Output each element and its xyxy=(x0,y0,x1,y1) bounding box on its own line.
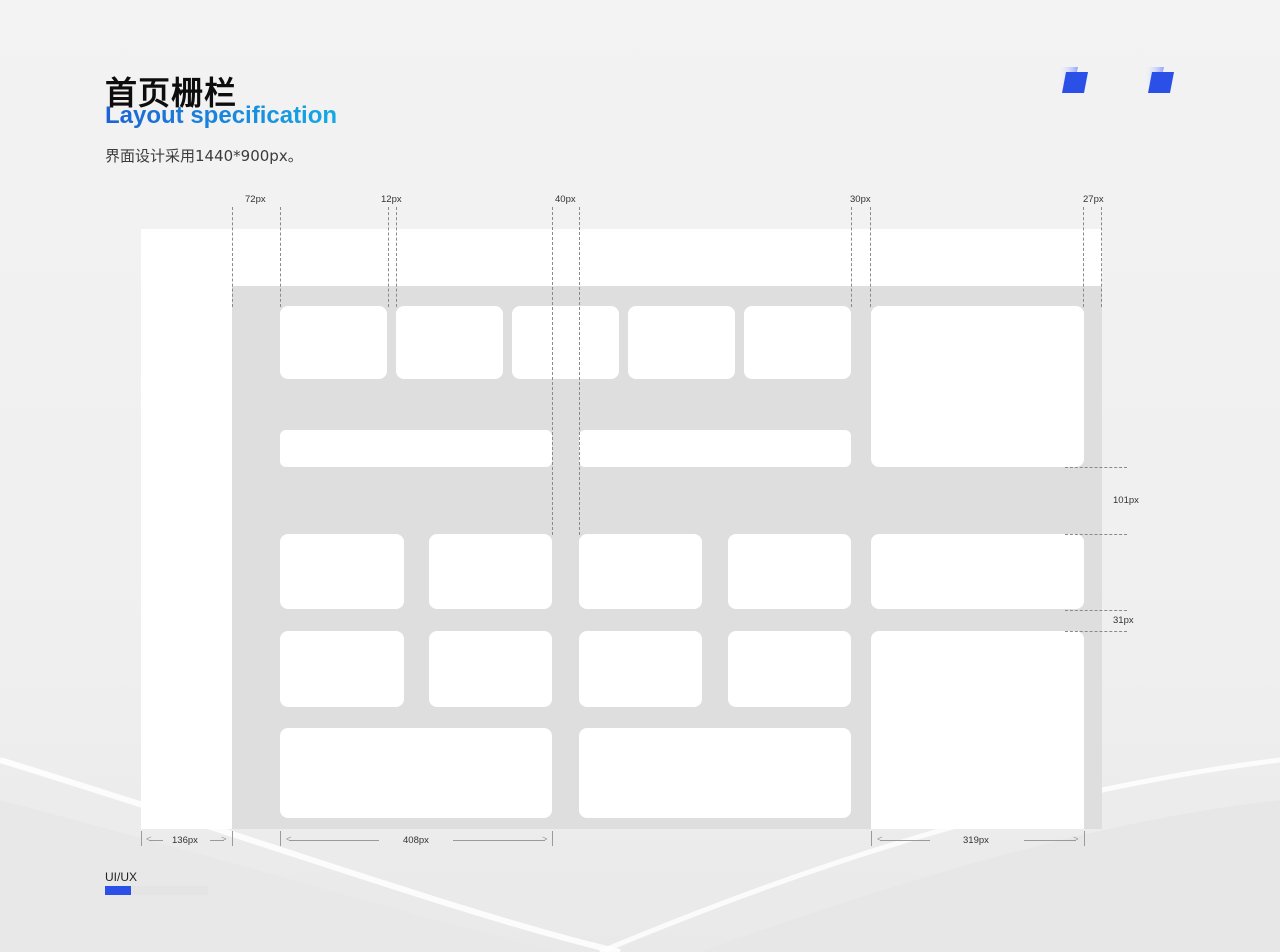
grid-card xyxy=(280,430,552,467)
grid-card xyxy=(628,306,735,379)
arrow-head-right-icon: > xyxy=(1073,834,1079,845)
guide-line xyxy=(1065,534,1127,535)
guide-line xyxy=(396,207,397,307)
grid-card xyxy=(871,306,1084,467)
grid-card xyxy=(280,306,387,379)
dimension-label: 408px xyxy=(403,835,429,846)
guide-line xyxy=(870,207,871,307)
guide-line xyxy=(1083,207,1084,307)
dimension-label: 136px xyxy=(172,835,198,846)
arrow-head-right-icon: > xyxy=(542,834,548,845)
arrow-head-left-icon: < xyxy=(146,834,152,845)
grid-card xyxy=(871,534,1084,609)
guide-line xyxy=(579,207,580,535)
dimension-label: 101px xyxy=(1113,495,1139,506)
arrow-head-left-icon: < xyxy=(877,834,883,845)
dimension-label: 319px xyxy=(963,835,989,846)
dimension-arrow xyxy=(1024,840,1076,841)
dimension-tick xyxy=(141,831,142,846)
dimension-label: 72px xyxy=(245,194,266,205)
dimension-tick xyxy=(552,831,553,846)
guide-line xyxy=(232,207,233,307)
grid-card xyxy=(396,306,503,379)
grid-card xyxy=(579,430,851,467)
footer-progress-fill xyxy=(105,886,131,895)
grid-card xyxy=(579,534,702,609)
grid-card xyxy=(429,534,552,609)
grid-card xyxy=(429,631,552,707)
arrow-head-left-icon: < xyxy=(286,834,292,845)
grid-card xyxy=(744,306,851,379)
grid-card xyxy=(871,631,1084,829)
guide-line xyxy=(1101,207,1102,307)
guide-line xyxy=(552,207,553,535)
dimension-arrow xyxy=(289,840,379,841)
dimension-label: 31px xyxy=(1113,615,1134,626)
grid-card xyxy=(728,631,851,707)
guide-line xyxy=(280,207,281,307)
dimension-tick xyxy=(280,831,281,846)
grid-card xyxy=(728,534,851,609)
dimension-tick xyxy=(871,831,872,846)
dimension-tick xyxy=(232,831,233,846)
grid-card xyxy=(280,534,404,609)
arrow-head-right-icon: > xyxy=(221,834,227,845)
grid-card xyxy=(512,306,619,379)
guide-line xyxy=(851,207,852,307)
grid-card xyxy=(280,728,552,818)
dimension-label: 27px xyxy=(1083,194,1104,205)
grid-card xyxy=(280,631,404,707)
guide-line xyxy=(1065,610,1127,611)
dimension-tick xyxy=(1084,831,1085,846)
dimension-arrow xyxy=(453,840,545,841)
guide-line xyxy=(1065,631,1127,632)
grid-card xyxy=(579,631,702,707)
parallelogram-logo-icon xyxy=(1142,67,1174,93)
dimension-label: 12px xyxy=(381,194,402,205)
dimension-label: 30px xyxy=(850,194,871,205)
guide-line xyxy=(388,207,389,307)
dimension-arrow xyxy=(880,840,930,841)
page-subtitle: Layout specification xyxy=(105,102,338,129)
footer-label: UI/UX xyxy=(105,870,138,884)
guide-line xyxy=(1065,467,1127,468)
parallelogram-logo-icon xyxy=(1056,67,1088,93)
grid-card xyxy=(579,728,851,818)
dimension-label: 40px xyxy=(555,194,576,205)
page-description: 界面设计采用1440*900px。 xyxy=(105,147,303,165)
